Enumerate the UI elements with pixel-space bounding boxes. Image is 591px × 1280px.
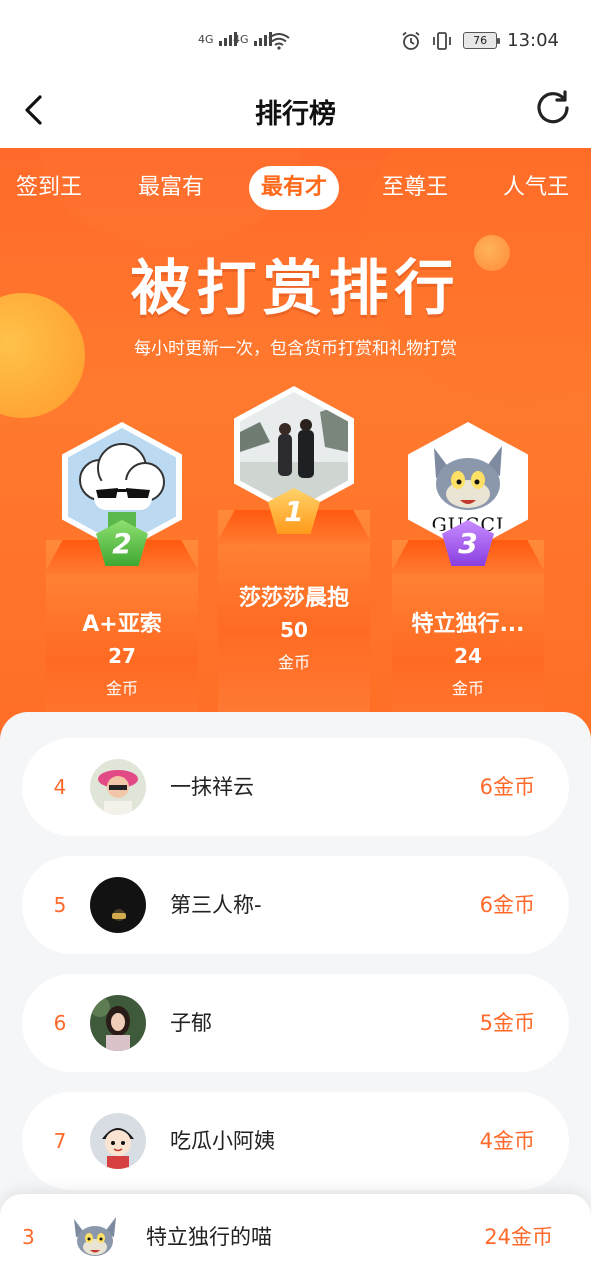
user-name: 一抹祥云	[170, 775, 254, 799]
podium-amount: 50	[280, 618, 308, 642]
coin-amount: 5金币	[479, 1011, 535, 1035]
page-title: 排行榜	[255, 99, 336, 130]
my-avatar	[66, 1209, 124, 1267]
podium-name: 莎莎莎晨抱	[238, 586, 349, 611]
podium-name: A+亚索	[82, 612, 162, 637]
coin-amount: 4金币	[479, 1129, 535, 1153]
cartoon-kid-avatar-image	[90, 1113, 146, 1169]
user-name: 子郁	[170, 1011, 212, 1035]
signal-icon: 4G	[198, 30, 238, 46]
podium-amount: 24	[454, 644, 482, 668]
status-bar: 4G 4G 76 13:04	[0, 0, 591, 80]
clock: 13:04	[507, 30, 559, 51]
avatar	[90, 1113, 146, 1169]
network-type-label: 4G	[198, 33, 214, 46]
user-name: 吃瓜小阿姨	[170, 1129, 275, 1153]
podium-name: 特立独行...	[411, 612, 525, 637]
category-tabs: 签到王 最富有 最有才 至尊王 人气王	[0, 166, 591, 212]
alarm-icon	[402, 31, 420, 50]
podium-unit: 金币	[277, 653, 310, 672]
rank-number: 4	[53, 775, 67, 799]
tab-most-talented[interactable]: 最有才	[249, 166, 340, 210]
girl-portrait-avatar-image	[90, 995, 146, 1051]
refresh-icon	[537, 90, 569, 124]
tab-sign-in-king[interactable]: 签到王	[16, 166, 82, 210]
avatar	[90, 995, 146, 1051]
wifi-icon	[268, 33, 290, 50]
rank-number: 5	[53, 893, 67, 917]
my-user-name: 特立独行的喵	[146, 1225, 272, 1249]
list-item[interactable]: 4 一抹祥云 6金币	[22, 738, 569, 836]
battery-level: 76	[473, 34, 488, 47]
tab-supreme-king[interactable]: 至尊王	[382, 166, 448, 210]
tab-popularity-king[interactable]: 人气王	[503, 166, 569, 210]
app-header: 排行榜	[0, 80, 591, 148]
rank-number: 7	[53, 1129, 67, 1153]
refresh-button[interactable]	[533, 88, 573, 128]
rank-number: 6	[53, 1011, 67, 1035]
coin-amount: 6金币	[479, 893, 535, 917]
podium-amount: 27	[108, 644, 136, 668]
banner-subtitle: 每小时更新一次，包含货币打赏和礼物打赏	[134, 339, 457, 359]
woman-pink-hat-avatar-image	[90, 759, 146, 815]
my-rank-number: 3	[22, 1225, 35, 1249]
my-coin-amount: 24金币	[484, 1225, 553, 1249]
list-item[interactable]: 7 吃瓜小阿姨 4金币	[22, 1092, 569, 1190]
avatar	[90, 759, 146, 815]
tab-richest[interactable]: 最富有	[138, 166, 204, 210]
podium-unit: 金币	[451, 679, 484, 698]
network-type-label-2: 4G	[233, 33, 249, 46]
cat-avatar-image	[74, 1217, 116, 1256]
list-item[interactable]: 6 子郁 5金币	[22, 974, 569, 1072]
user-name: 第三人称-	[170, 893, 262, 917]
avatar	[90, 877, 146, 933]
list-item[interactable]: 5 第三人称- 6金币	[22, 856, 569, 954]
my-rank-bar[interactable]: 3 特立独行的喵 24金币	[0, 1194, 591, 1280]
signal-icon-2: 4G	[233, 30, 273, 46]
podium-unit: 金币	[105, 679, 138, 698]
coin-amount: 6金币	[479, 775, 535, 799]
dark-scene-avatar-image	[90, 877, 146, 933]
banner-title: 被打赏排行	[130, 254, 461, 324]
ranking-banner: 签到王 最富有 最有才 至尊王 人气王 被打赏排行 每小时更新一次，包含货币打赏…	[0, 148, 591, 768]
vibrate-icon	[433, 31, 452, 50]
battery-icon: 76	[463, 32, 501, 49]
